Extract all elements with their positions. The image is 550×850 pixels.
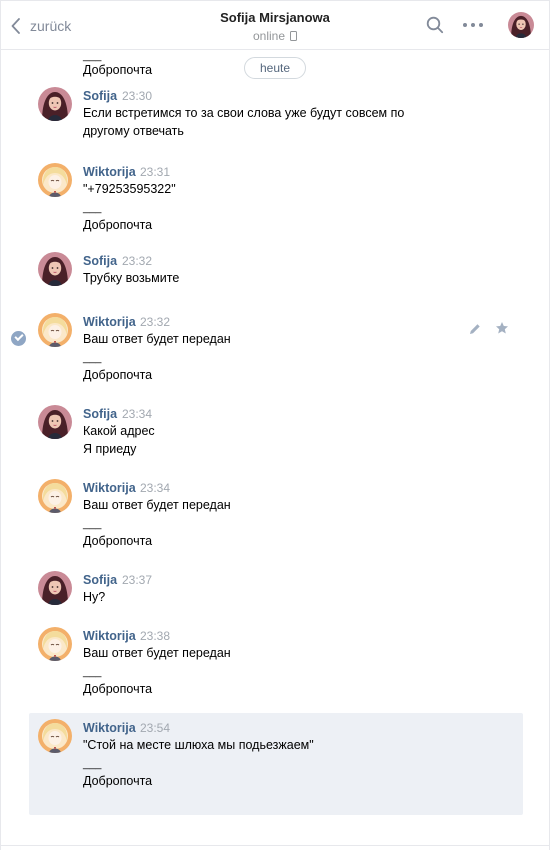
peer-status-text: online xyxy=(252,29,286,43)
message-author[interactable]: Wiktorija xyxy=(83,480,136,496)
message-text-line: Ваш ответ будет передан xyxy=(83,646,231,660)
message-signature: Добропочта xyxy=(83,682,153,696)
message-time[interactable]: 23:37 xyxy=(122,572,152,588)
wiktorija-avatar[interactable] xyxy=(38,163,72,197)
message-author[interactable]: Wiktorija xyxy=(83,164,136,180)
message-time[interactable]: 23:34 xyxy=(140,480,170,496)
message-signature: Добропочта xyxy=(83,774,153,788)
sofija-avatar[interactable] xyxy=(38,87,72,121)
footer-divider xyxy=(1,845,549,846)
message-text-line: "Стой на месте шлюха мы подьезжаем" xyxy=(83,738,314,752)
sofija-avatar[interactable] xyxy=(38,252,72,286)
message-separator: ___ xyxy=(83,202,102,214)
message-history[interactable]: heute ___ Добропочта Sofija 23:30 Если вст… xyxy=(1,50,549,850)
message-signature: Добропочта xyxy=(83,534,153,548)
wiktorija-avatar[interactable] xyxy=(38,313,72,347)
peer-status: online xyxy=(1,27,549,45)
chat-header: zurück Sofija Mirsjanowa online xyxy=(1,0,549,50)
more-dots-icon[interactable] xyxy=(463,23,483,27)
message-text-line: другому отвечать xyxy=(83,124,184,138)
message-time[interactable]: 23:32 xyxy=(140,314,170,330)
wiktorija-avatar[interactable] xyxy=(38,479,72,513)
message-signature: Добропочта xyxy=(83,368,153,382)
message-signature: Добропочта xyxy=(83,63,153,77)
message-author[interactable]: Sofija xyxy=(83,253,117,269)
message-author[interactable]: Wiktorija xyxy=(83,628,136,644)
message-separator: ___ xyxy=(83,758,102,770)
star-icon[interactable] xyxy=(495,321,509,335)
message-text-line: "+79253595322" xyxy=(83,182,176,196)
pencil-icon[interactable] xyxy=(468,322,482,336)
wiktorija-avatar[interactable] xyxy=(38,719,72,753)
sofija-avatar[interactable] xyxy=(38,405,72,439)
message-time[interactable]: 23:38 xyxy=(140,628,170,644)
message-text-line: Ваш ответ будет передан xyxy=(83,498,231,512)
header-peer-avatar[interactable] xyxy=(508,12,534,38)
message-text-line: Если встретимся то за свои слова уже буд… xyxy=(83,106,405,120)
check-icon[interactable] xyxy=(11,331,26,346)
sofija-avatar[interactable] xyxy=(38,571,72,605)
message-text-line: Трубку возьмите xyxy=(83,271,180,285)
message-text-line: Я приеду xyxy=(83,442,137,456)
message-separator: ___ xyxy=(83,666,102,678)
message-author[interactable]: Sofija xyxy=(83,572,117,588)
peer-info[interactable]: Sofija Mirsjanowa online xyxy=(1,9,549,45)
message-author[interactable]: Sofija xyxy=(83,88,117,104)
message-author[interactable]: Wiktorija xyxy=(83,720,136,736)
message-text-line: Ваш ответ будет передан xyxy=(83,332,231,346)
message-author[interactable]: Sofija xyxy=(83,406,117,422)
message-text-line: Какой адрес xyxy=(83,424,155,438)
messenger-window: zurück Sofija Mirsjanowa online heute __… xyxy=(0,0,550,850)
message-separator: ___ xyxy=(83,352,102,364)
message-time[interactable]: 23:31 xyxy=(140,164,170,180)
message-time[interactable]: 23:34 xyxy=(122,406,152,422)
date-divider: heute xyxy=(244,57,306,79)
message-separator: ___ xyxy=(83,518,102,530)
message-time[interactable]: 23:30 xyxy=(122,88,152,104)
message-time[interactable]: 23:32 xyxy=(122,253,152,269)
wiktorija-avatar[interactable] xyxy=(38,627,72,661)
message-author[interactable]: Wiktorija xyxy=(83,314,136,330)
message-signature: Добропочта xyxy=(83,218,153,232)
mobile-phone-icon xyxy=(290,31,298,41)
message-text-line: Ну? xyxy=(83,590,106,604)
message-time[interactable]: 23:54 xyxy=(140,720,170,736)
search-icon[interactable] xyxy=(426,16,444,34)
